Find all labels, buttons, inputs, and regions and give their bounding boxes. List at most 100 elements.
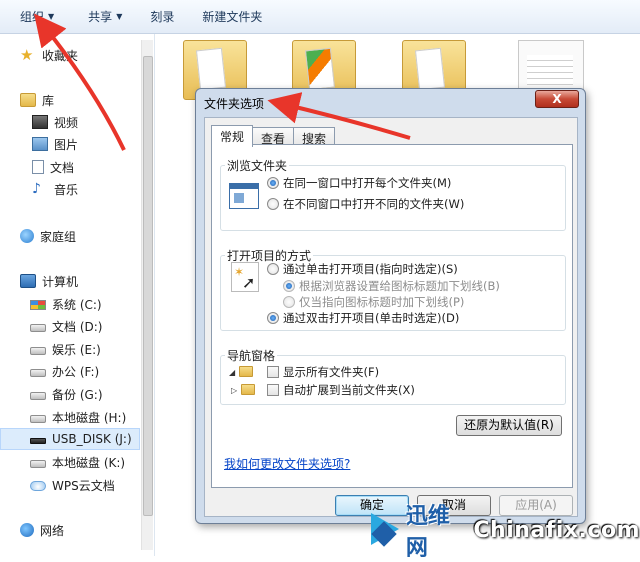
restore-defaults-button[interactable]: 还原为默认值(R)	[456, 415, 562, 436]
sidebar-item-label: 视频	[54, 115, 79, 130]
sidebar-item-label: 计算机	[42, 274, 79, 289]
watermark: 迅维网 Chinafix.com	[365, 504, 640, 561]
sidebar-item-favorites[interactable]: ★ 收藏夹	[20, 44, 78, 66]
radio-selected[interactable]	[267, 177, 279, 189]
tab-strip: 常规 查看 搜索	[211, 125, 336, 147]
sidebar-item-wps-cloud[interactable]: WPS云文档	[30, 474, 115, 496]
auto-expand-checkbox[interactable]: 自动扩展到当前文件夹(X)	[267, 382, 415, 398]
usb-drive-icon	[30, 438, 46, 444]
tree-expanded-icon: ◢	[229, 368, 236, 377]
document-icon	[32, 160, 44, 174]
checkbox-unchecked[interactable]	[267, 384, 279, 396]
double-click-radio[interactable]: 通过双击打开项目(单击时选定)(D)	[267, 310, 459, 326]
burn-button[interactable]: 刻录	[142, 5, 182, 28]
organize-button[interactable]: 组织 ▼	[12, 5, 62, 28]
radio-unselected[interactable]	[267, 263, 279, 275]
help-link[interactable]: 我如何更改文件夹选项?	[224, 455, 350, 472]
network-icon	[20, 523, 34, 537]
sidebar-item-label: 备份 (G:)	[52, 387, 103, 402]
underline-point-radio[interactable]: 仅当指向图标标题时加下划线(P)	[283, 294, 464, 310]
sidebar-item-label: WPS云文档	[52, 478, 115, 493]
sidebar-item-label: 图片	[54, 137, 79, 152]
group-label: 浏览文件夹	[225, 157, 290, 174]
radio-selected[interactable]	[267, 312, 279, 324]
drive-icon	[30, 459, 46, 468]
sidebar-item-documents[interactable]: 文档	[32, 156, 74, 178]
new-folder-button[interactable]: 新建文件夹	[194, 5, 270, 28]
sidebar-item-drive[interactable]: 娱乐 (E:)	[30, 338, 101, 360]
sidebar-item-drive[interactable]: 办公 (F:)	[30, 360, 99, 382]
window-preview-icon	[229, 183, 259, 209]
group-label: 导航窗格	[225, 347, 278, 364]
sidebar-item-label: 库	[42, 93, 55, 108]
sidebar-item-label: USB_DISK (J:)	[52, 432, 132, 446]
sidebar-item-label: 收藏夹	[42, 48, 79, 63]
sidebar-item-homegroup[interactable]: 家庭组	[20, 225, 76, 247]
organize-label: 组织	[20, 10, 45, 24]
click-items-group: 打开项目的方式 ✶ ➚ 通过单击打开项目(指向时选定)(S) 根据浏览器设置给图…	[220, 247, 566, 331]
sidebar-item-label: 本地磁盘 (H:)	[52, 410, 127, 425]
show-all-folders-checkbox[interactable]: 显示所有文件夹(F)	[267, 364, 379, 380]
open-same-window-radio[interactable]: 在同一窗口中打开每个文件夹(M)	[267, 175, 451, 191]
drive-icon	[30, 414, 46, 423]
video-icon	[32, 115, 48, 129]
sidebar-item-drive[interactable]: 系统 (C:)	[30, 293, 102, 315]
drive-icon	[30, 391, 46, 400]
new-folder-label: 新建文件夹	[202, 10, 263, 24]
navigation-pane-group: 导航窗格 ◢ ▷ 显示所有文件夹(F) 自动扩展到当前文件夹(X)	[220, 347, 566, 405]
star-icon: ★	[20, 46, 34, 64]
drive-icon	[30, 323, 46, 332]
tab-general[interactable]: 常规	[211, 125, 254, 147]
sidebar-item-label: 办公 (F:)	[52, 364, 100, 379]
sidebar-item-network[interactable]: 网络	[20, 519, 64, 541]
cloud-icon	[30, 481, 46, 491]
sidebar-item-drive[interactable]: 文档 (D:)	[30, 315, 102, 337]
dialog-title: 文件夹选项	[204, 97, 265, 111]
burn-label: 刻录	[150, 10, 175, 24]
sidebar-item-computer[interactable]: 计算机	[20, 270, 78, 292]
open-new-window-radio[interactable]: 在不同窗口中打开不同的文件夹(W)	[267, 196, 464, 212]
sidebar-item-drive[interactable]: 备份 (G:)	[30, 383, 103, 405]
chevron-down-icon: ▼	[116, 12, 123, 21]
option-label: 显示所有文件夹(F)	[283, 365, 380, 379]
watermark-en-text: Chinafix.com	[473, 517, 640, 543]
sidebar-item-library[interactable]: 库	[20, 89, 54, 111]
sidebar-item-label: 家庭组	[40, 229, 77, 244]
dialog-body: 常规 查看 搜索 浏览文件夹 在同一窗口中打开每个文件夹(M) 在不同窗口中打开…	[204, 117, 578, 517]
sidebar-item-label: 本地磁盘 (K:)	[52, 455, 126, 470]
single-click-radio[interactable]: 通过单击打开项目(指向时选定)(S)	[267, 261, 458, 277]
radio-selected[interactable]	[283, 280, 295, 292]
folder-icon	[239, 366, 253, 377]
radio-unselected[interactable]	[283, 296, 295, 308]
sidebar-item-label: 文档	[50, 160, 75, 175]
underline-browser-radio[interactable]: 根据浏览器设置给图标标题加下划线(B)	[283, 278, 500, 294]
option-label: 在不同窗口中打开不同的文件夹(W)	[283, 197, 465, 211]
option-label: 通过双击打开项目(单击时选定)(D)	[283, 311, 460, 325]
sidebar-item-pictures[interactable]: 图片	[32, 133, 78, 155]
watermark-logo-icon	[365, 511, 400, 549]
music-note-icon: ♪	[32, 181, 41, 197]
scrollbar-thumb[interactable]	[143, 56, 153, 516]
tree-collapsed-icon: ▷	[231, 386, 238, 395]
sidebar-item-label: 网络	[40, 523, 65, 538]
folder-icon	[241, 384, 255, 395]
sidebar-item-videos[interactable]: 视频	[32, 111, 78, 133]
chevron-down-icon: ▼	[48, 12, 55, 21]
sidebar-item-music[interactable]: ♪ 音乐	[32, 178, 78, 200]
sidebar-item-usb-disk[interactable]: USB_DISK (J:)	[0, 428, 140, 450]
navigation-pane: ★ 收藏夹 库 视频 图片 文档 ♪ 音乐 家庭组 计算机 系统 (C:) 文档…	[0, 34, 155, 556]
sidebar-item-drive[interactable]: 本地磁盘 (H:)	[30, 406, 126, 428]
picture-icon	[32, 137, 48, 151]
sidebar-item-label: 音乐	[54, 182, 79, 197]
share-button[interactable]: 共享 ▼	[80, 5, 130, 28]
checkbox-unchecked[interactable]	[267, 366, 279, 378]
sidebar-item-drive[interactable]: 本地磁盘 (K:)	[30, 451, 125, 473]
cursor-icon: ➚	[242, 273, 256, 292]
radio-unselected[interactable]	[267, 198, 279, 210]
close-button[interactable]: X	[535, 90, 579, 108]
sidebar-item-label: 系统 (C:)	[52, 297, 102, 312]
library-icon	[20, 93, 36, 107]
option-label: 自动扩展到当前文件夹(X)	[283, 383, 415, 397]
explorer-toolbar: 组织 ▼ 共享 ▼ 刻录 新建文件夹	[0, 0, 640, 34]
sidebar-scrollbar[interactable]	[141, 40, 153, 550]
